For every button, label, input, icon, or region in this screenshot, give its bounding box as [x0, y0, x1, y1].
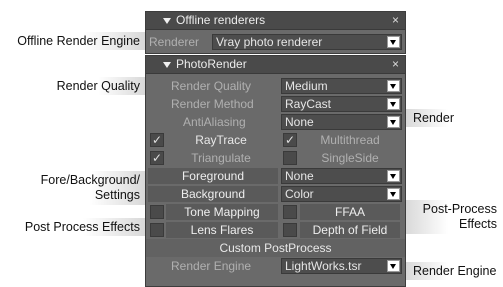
- offline-renderers-panel: Offline renderers × Renderer Vray photo …: [145, 11, 406, 54]
- renderer-value: Vray photo renderer: [216, 35, 323, 49]
- lens-flares-dof-row: Lens Flares Depth of Field: [146, 221, 405, 239]
- callout-post-process-line1: Post-Process: [422, 202, 497, 216]
- antialiasing-value: None: [285, 115, 314, 129]
- render-quality-row: Render Quality Medium: [146, 77, 405, 95]
- renderer-label: Renderer: [149, 35, 200, 49]
- render-engine-dropdown[interactable]: LightWorks.tsr: [281, 258, 402, 274]
- singleside-label: SingleSide: [321, 151, 379, 165]
- foreground-dropdown[interactable]: None: [281, 168, 402, 184]
- chevron-down-icon[interactable]: [387, 116, 400, 128]
- photorender-title: PhotoRender: [176, 57, 247, 71]
- tone-mapping-ffaa-row: Tone Mapping FFAA: [146, 203, 405, 221]
- render-engine-value: LightWorks.tsr: [285, 259, 362, 273]
- render-method-dropdown[interactable]: RayCast: [281, 96, 402, 112]
- render-engine-label: Render Engine: [171, 259, 252, 273]
- foreground-label: Foreground: [148, 168, 278, 184]
- chevron-down-icon[interactable]: [387, 170, 400, 182]
- background-row: Background Color: [146, 185, 405, 203]
- renderer-row: Renderer Vray photo renderer: [146, 33, 405, 51]
- render-method-row: Render Method RayCast: [146, 95, 405, 113]
- chevron-down-icon[interactable]: [387, 260, 400, 272]
- triangulate-checkbox[interactable]: ✓: [150, 151, 164, 165]
- tone-mapping-label: Tone Mapping: [166, 204, 278, 220]
- tone-mapping-checkbox[interactable]: [150, 205, 164, 219]
- ffaa-checkbox[interactable]: [283, 205, 297, 219]
- render-quality-value: Medium: [285, 79, 328, 93]
- render-engine-row: Render Engine LightWorks.tsr: [146, 257, 405, 275]
- depth-of-field-label: Depth of Field: [300, 222, 400, 238]
- callout-post-process-effects: Post Process Effects: [6, 218, 146, 236]
- lens-flares-label: Lens Flares: [166, 222, 278, 238]
- renderer-dropdown[interactable]: Vray photo renderer: [212, 34, 402, 50]
- close-icon[interactable]: ×: [392, 56, 399, 73]
- lens-flares-checkbox[interactable]: [150, 223, 164, 237]
- collapse-triangle-icon[interactable]: [163, 62, 171, 68]
- background-value: Color: [285, 187, 314, 201]
- chevron-down-icon[interactable]: [387, 80, 400, 92]
- chevron-down-icon[interactable]: [387, 188, 400, 200]
- antialiasing-row: AntiAliasing None: [146, 113, 405, 131]
- triangulate-singleside-row: ✓ Triangulate SingleSide: [146, 149, 405, 167]
- raytrace-multithread-row: ✓ RayTrace ✓ Multithread: [146, 131, 405, 149]
- callout-fore-background-line1: Fore/Background/: [40, 173, 140, 187]
- photorender-panel: PhotoRender × Render Quality Medium Rend…: [145, 55, 406, 287]
- callout-offline-render-engine: Offline Render Engine: [6, 32, 146, 50]
- triangulate-label: Triangulate: [191, 151, 251, 165]
- chevron-down-icon[interactable]: [387, 36, 400, 48]
- callout-render-engine: Render Engine: [405, 262, 501, 280]
- close-icon[interactable]: ×: [392, 12, 399, 29]
- callout-render-quality: Render Quality: [40, 77, 146, 95]
- collapse-triangle-icon[interactable]: [163, 18, 171, 24]
- multithread-checkbox[interactable]: ✓: [283, 133, 297, 147]
- render-method-value: RayCast: [285, 97, 332, 111]
- depth-of-field-checkbox[interactable]: [283, 223, 297, 237]
- render-method-label: Render Method: [171, 97, 254, 111]
- callout-fore-background-settings: Fore/Background/ Settings: [20, 171, 146, 205]
- foreground-row: Foreground None: [146, 167, 405, 185]
- callout-post-process-effects-right: Post-Process Effects: [405, 200, 501, 234]
- render-quality-label: Render Quality: [171, 79, 252, 93]
- raytrace-checkbox[interactable]: ✓: [150, 133, 164, 147]
- chevron-down-icon[interactable]: [387, 98, 400, 110]
- antialiasing-dropdown[interactable]: None: [281, 114, 402, 130]
- callout-render: Render: [405, 109, 501, 127]
- offline-renderers-titlebar[interactable]: Offline renderers ×: [146, 12, 405, 30]
- raytrace-label: RayTrace: [195, 133, 247, 147]
- photorender-titlebar[interactable]: PhotoRender ×: [146, 56, 405, 74]
- background-label: Background: [148, 186, 278, 202]
- antialiasing-label: AntiAliasing: [183, 115, 246, 129]
- offline-renderers-title: Offline renderers: [176, 13, 266, 27]
- singleside-checkbox[interactable]: [283, 151, 297, 165]
- foreground-value: None: [285, 169, 314, 183]
- callout-post-process-line2: Effects: [459, 217, 497, 231]
- callout-fore-background-line2: Settings: [94, 188, 140, 202]
- render-quality-dropdown[interactable]: Medium: [281, 78, 402, 94]
- multithread-label: Multithread: [320, 133, 380, 147]
- custom-postprocess-button[interactable]: Custom PostProcess: [146, 239, 405, 257]
- background-dropdown[interactable]: Color: [281, 186, 402, 202]
- ffaa-label: FFAA: [300, 204, 400, 220]
